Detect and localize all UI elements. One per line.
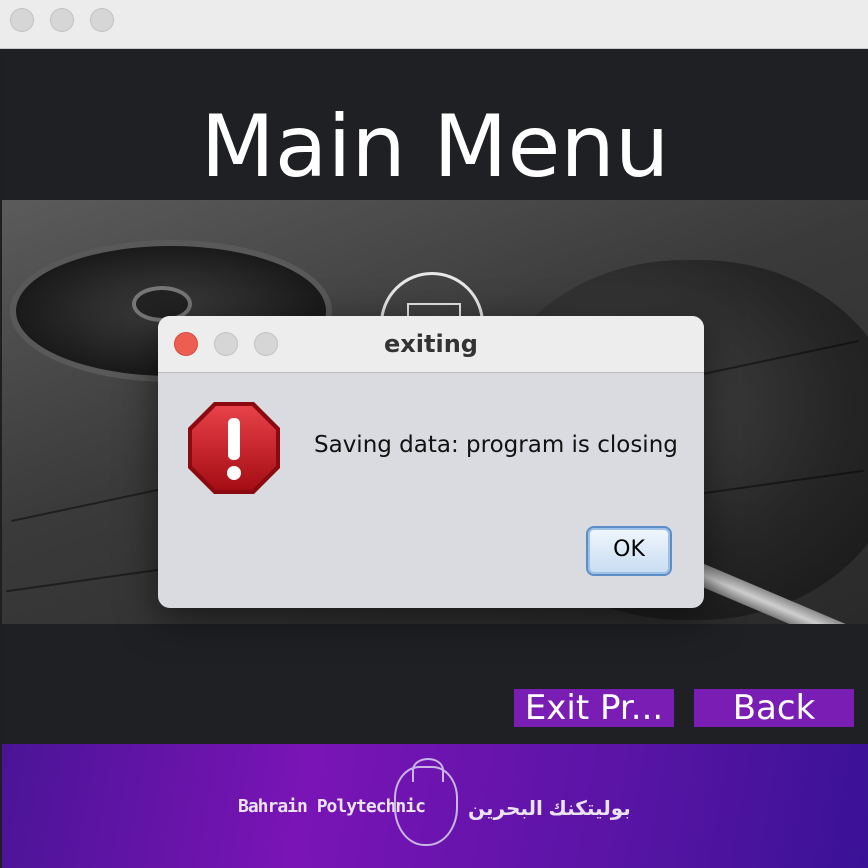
back-button[interactable]: Back bbox=[694, 689, 854, 727]
footer-banner: Bahrain Polytechnic بوليتكنك البحرين bbox=[2, 744, 868, 868]
dialog-message: Saving data: program is closing bbox=[314, 432, 678, 458]
dialog-zoom-button[interactable] bbox=[254, 332, 278, 356]
window-minimize-button[interactable] bbox=[50, 8, 74, 32]
exiting-dialog: exiting Saving data: program is closing … bbox=[158, 316, 704, 608]
main-window-titlebar bbox=[0, 0, 868, 49]
window-close-button[interactable] bbox=[10, 8, 34, 32]
dialog-titlebar: exiting bbox=[158, 316, 704, 373]
kettlebell-logo-icon bbox=[394, 758, 458, 846]
exit-program-button[interactable]: Exit Pr... bbox=[514, 689, 674, 727]
window-zoom-button[interactable] bbox=[90, 8, 114, 32]
error-octagon-icon bbox=[188, 402, 280, 494]
dialog-minimize-button[interactable] bbox=[214, 332, 238, 356]
dialog-close-button[interactable] bbox=[174, 332, 198, 356]
footer-logo-arabic: بوليتكنك البحرين bbox=[468, 798, 631, 820]
ok-button[interactable]: OK bbox=[586, 526, 672, 576]
dialog-title: exiting bbox=[384, 330, 478, 358]
page-title: Main Menu bbox=[200, 97, 670, 197]
